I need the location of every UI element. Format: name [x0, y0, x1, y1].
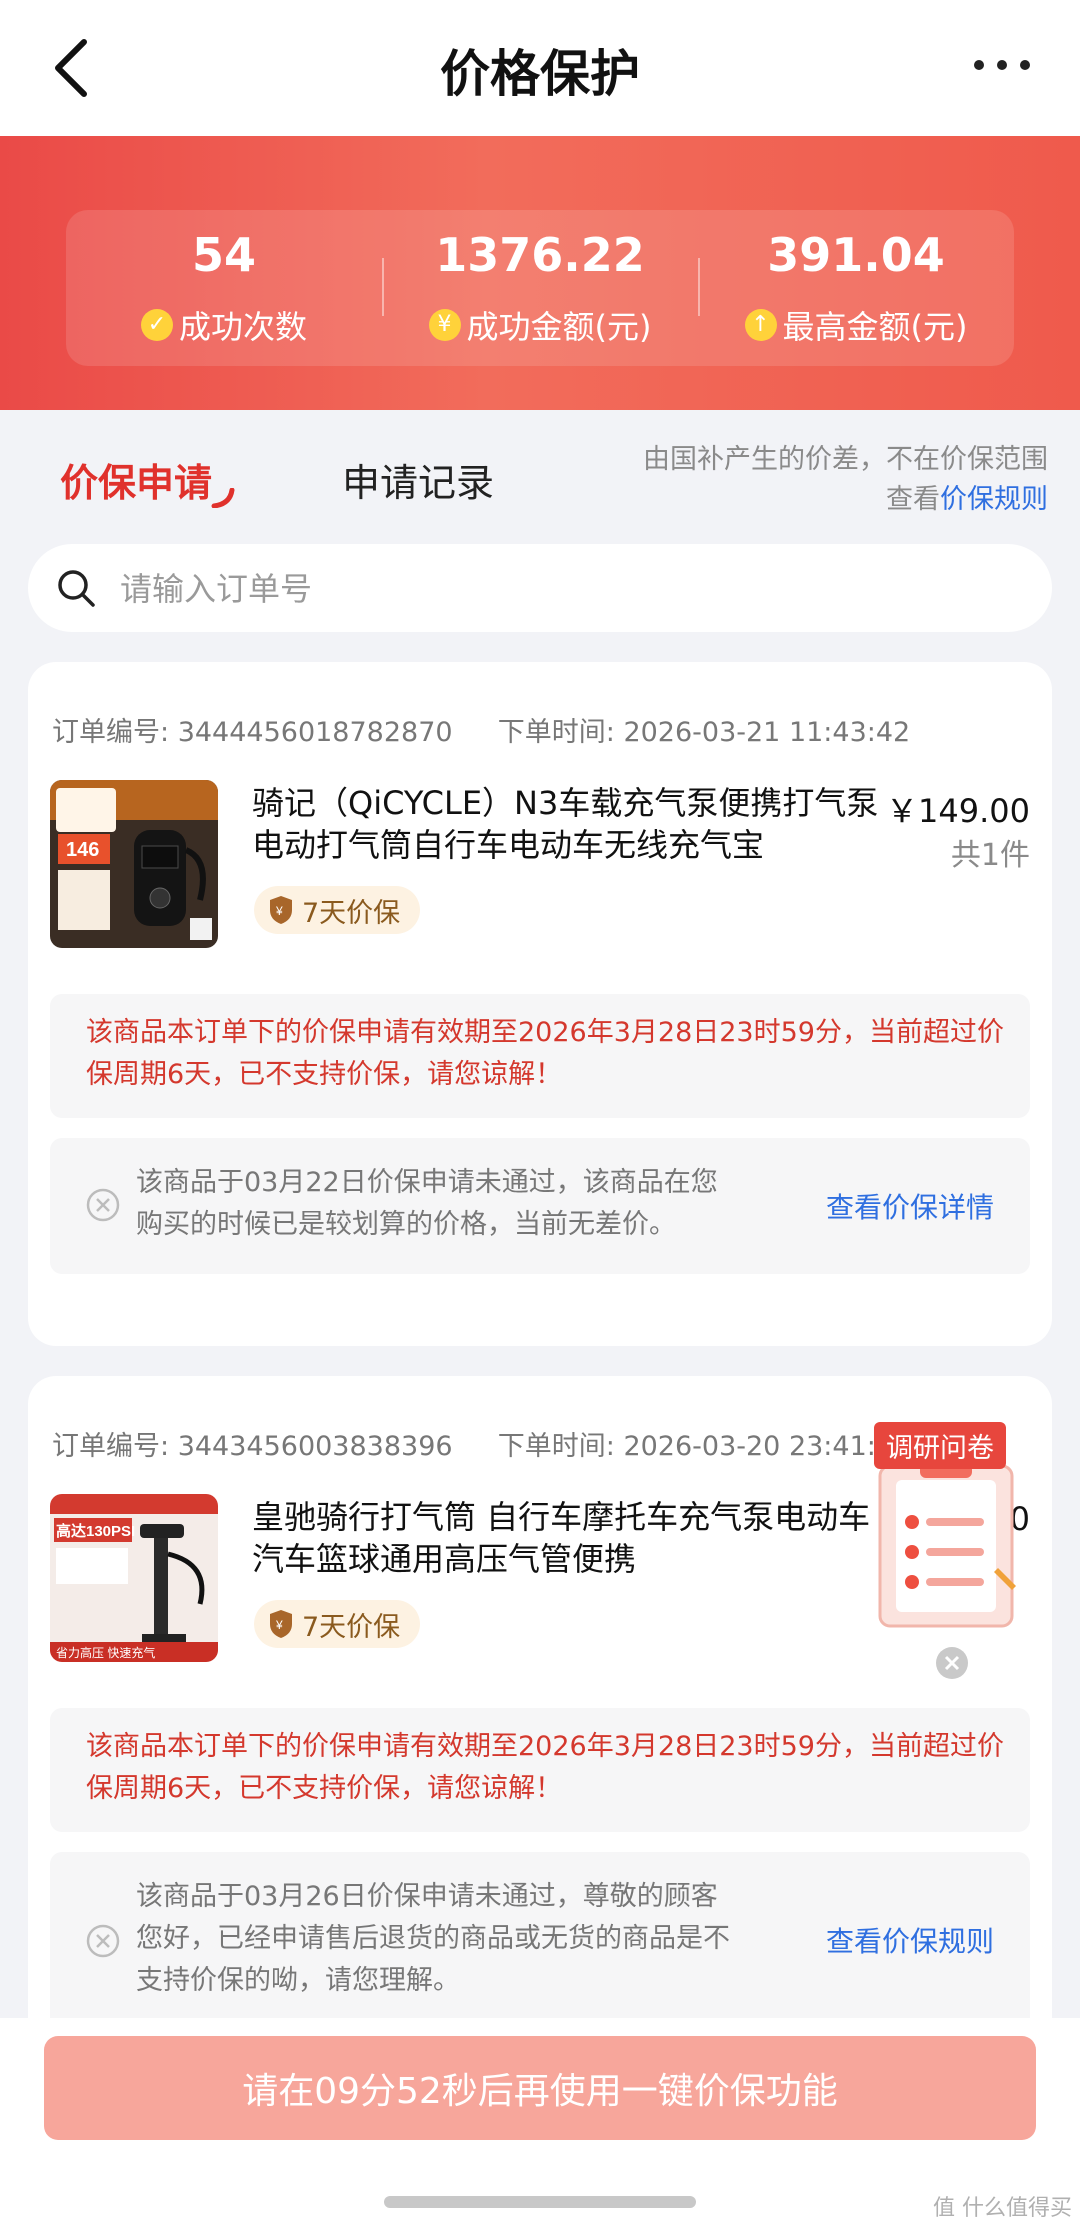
page-title: 价格保护	[440, 45, 640, 103]
order-number-search-input[interactable]	[118, 562, 1022, 616]
order-meta: 订单编号: 3444456018782870 下单时间: 2026-03-21 …	[52, 710, 910, 749]
stat-value: 391.04	[767, 228, 945, 282]
price-protect-badge: ¥ 7天价保	[254, 886, 421, 934]
expiry-warning: 该商品本订单下的价保申请有效期至2026年3月28日23时59分，当前超过价保周…	[50, 994, 1030, 1118]
watermark: 值 什么值得买	[933, 2196, 1072, 2221]
product-image[interactable]: 高达130PSI 省力高压 快速充气	[50, 1494, 218, 1662]
order-time: 2026-03-20 23:41:18	[623, 1431, 911, 1462]
order-no: 3444456018782870	[177, 717, 453, 748]
order-time-label: 下单时间:	[497, 717, 615, 748]
stat-label: 最高金额(元)	[782, 308, 968, 346]
close-circle-icon	[86, 1188, 120, 1222]
shield-icon: ¥	[270, 1610, 292, 1638]
tab-apply-records[interactable]: 申请记录	[342, 452, 494, 507]
thumb-tag: 146	[66, 839, 99, 861]
close-circle-icon	[86, 1924, 120, 1958]
notice-text: 由国补产生的价差，不在价保范围 查看价保规则	[643, 440, 1048, 520]
active-tab-indicator	[211, 488, 235, 508]
stat-success-count: 54 ✓ 成功次数	[66, 210, 382, 366]
svg-text:¥: ¥	[275, 1618, 283, 1632]
tab-price-protect-apply[interactable]: 价保申请	[60, 452, 212, 507]
thumb-headline: 高达130PSI	[56, 1522, 135, 1540]
order-time: 2026-03-21 11:43:42	[623, 717, 911, 748]
warning-text: 该商品本订单下的价保申请有效期至2026年3月28日23时59分，当前超过价保周…	[86, 1731, 1004, 1804]
product-image[interactable]: 146	[50, 780, 218, 948]
notice-line: 由国补产生的价差，不在价保范围	[643, 444, 1048, 475]
survey-tag: 调研问卷	[874, 1422, 1006, 1469]
svg-text:¥: ¥	[275, 904, 283, 918]
order-card: 订单编号: 3444456018782870 下单时间: 2026-03-21 …	[28, 662, 1052, 1346]
more-options-icon[interactable]	[974, 60, 1030, 76]
yuan-icon: ¥	[428, 309, 461, 341]
search-bar	[28, 544, 1052, 632]
stat-max-amount: 391.04 ↑ 最高金额(元)	[698, 210, 1014, 366]
product-title[interactable]: 骑记（QiCYCLE）N3车载充气泵便携打气泵电动打气筒自行车电动车无线充气宝	[252, 782, 892, 866]
product-title[interactable]: 皇驰骑行打气筒 自行车摩托车充气泵电动车汽车篮球通用高压气管便携	[252, 1496, 892, 1580]
thumb-footer: 省力高压 快速充气	[56, 1645, 155, 1660]
stat-label: 成功金额(元)	[466, 308, 652, 346]
stats-banner: 54 ✓ 成功次数 1376.22 ¥ 成功金额(元) 391.04 ↑ 最高金额(元…	[0, 136, 1080, 410]
badge-label: 7天价保	[302, 897, 401, 929]
order-time-label: 下单时间:	[497, 1431, 615, 1462]
order-no-label: 订单编号:	[52, 1431, 170, 1462]
one-click-price-protect-button[interactable]: 请在09分52秒后再使用一键价保功能	[44, 2036, 1036, 2140]
price-protect-badge: ¥ 7天价保	[254, 1600, 421, 1648]
order-meta: 订单编号: 3443456003838396 下单时间: 2026-03-20 …	[52, 1424, 910, 1463]
up-arrow-icon: ↑	[744, 309, 777, 341]
view-protect-details-link[interactable]: 查看价保详情	[826, 1186, 994, 1226]
check-icon: ✓	[140, 309, 173, 341]
notice-prefix: 查看	[886, 484, 940, 515]
badge-label: 7天价保	[302, 1611, 401, 1643]
warning-text: 该商品本订单下的价保申请有效期至2026年3月28日23时59分，当前超过价保周…	[86, 1017, 1004, 1090]
stat-success-amount: 1376.22 ¥ 成功金额(元)	[382, 210, 698, 366]
order-no: 3443456003838396	[177, 1431, 453, 1462]
expiry-warning: 该商品本订单下的价保申请有效期至2026年3月28日23时59分，当前超过价保周…	[50, 1708, 1030, 1832]
shield-icon: ¥	[270, 896, 292, 924]
stat-value: 54	[191, 228, 256, 282]
top-nav-bar: 价格保护	[0, 0, 1080, 136]
close-icon[interactable]	[935, 1646, 969, 1680]
rejection-text: 该商品于03月22日价保申请未通过，该商品在您购买的时候已是较划算的价格，当前无…	[136, 1167, 718, 1240]
view-protect-rules-link[interactable]: 查看价保规则	[826, 1920, 994, 1960]
stat-label: 成功次数	[178, 308, 307, 346]
price-rules-link[interactable]: 价保规则	[940, 484, 1048, 515]
order-no-label: 订单编号:	[52, 717, 170, 748]
stat-value: 1376.22	[435, 228, 645, 282]
product-quantity: 共1件	[950, 838, 1030, 873]
search-icon	[58, 570, 95, 607]
rejection-text: 该商品于03月26日价保申请未通过，尊敬的顾客您好，已经申请售后退货的商品或无货…	[136, 1881, 730, 1996]
rejection-info: 该商品于03月22日价保申请未通过，该商品在您购买的时候已是较划算的价格，当前无…	[50, 1138, 1030, 1274]
home-indicator[interactable]	[384, 2196, 696, 2208]
stats-panel: 54 ✓ 成功次数 1376.22 ¥ 成功金额(元) 391.04 ↑ 最高金额(元…	[66, 210, 1014, 366]
survey-widget[interactable]: 调研问卷	[872, 1418, 1020, 1628]
product-price: ￥149.00	[886, 792, 1030, 830]
rejection-info: 该商品于03月26日价保申请未通过，尊敬的顾客您好，已经申请售后退货的商品或无货…	[50, 1852, 1030, 2032]
